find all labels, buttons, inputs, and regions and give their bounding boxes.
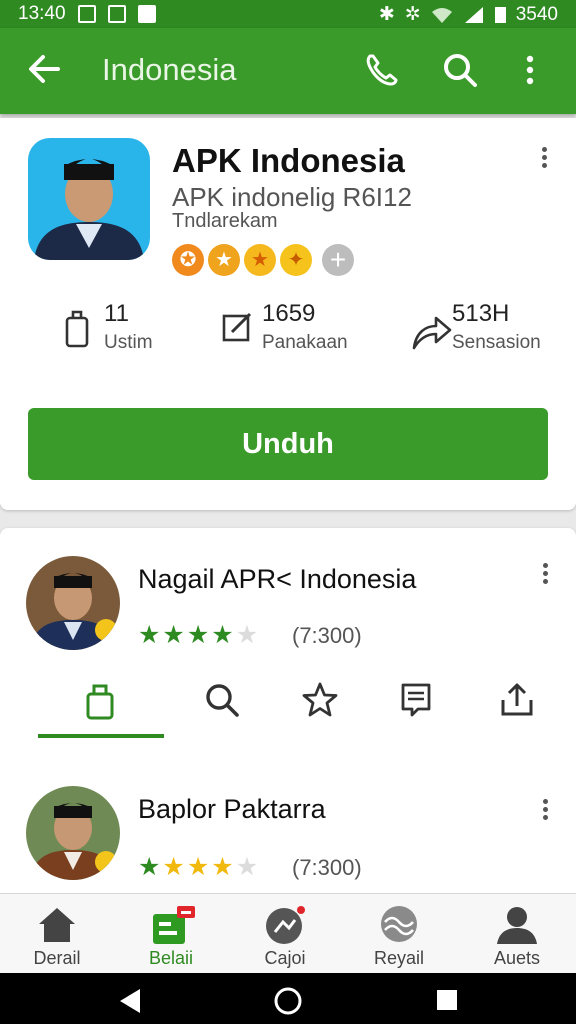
battery-level: 3540 — [515, 3, 558, 25]
star-icon: ★ — [186, 853, 210, 881]
review-more-icon[interactable] — [533, 560, 557, 590]
nav-label: Reyail — [373, 948, 425, 968]
reviewer-name[interactable]: Nagail APR< Indonesia — [138, 564, 416, 595]
stat-value: 1659 — [262, 300, 316, 327]
star-icon: ★ — [162, 853, 185, 881]
wifi-icon — [431, 7, 452, 23]
stat-label: Sensasion — [452, 332, 541, 353]
star-badge-icon: ★ — [244, 244, 276, 276]
award-icon: ✪ — [172, 244, 204, 276]
star-empty-icon: ★ — [235, 621, 259, 649]
home-icon — [39, 908, 75, 942]
app-bar: Indonesia — [0, 28, 576, 114]
photo-notification-icon — [107, 5, 126, 23]
system-navigation-bar — [0, 973, 576, 1024]
system-back-icon[interactable] — [116, 987, 144, 1015]
system-home-icon[interactable] — [272, 985, 304, 1017]
rating-count: (7:300) — [292, 855, 362, 880]
games-icon — [266, 906, 305, 944]
nav-item-derail[interactable]: Derail — [2, 894, 112, 974]
nav-item-cajoi[interactable]: Cajoi — [230, 894, 340, 974]
bluetooth-icon: ✱ — [378, 4, 395, 25]
stat-label: Panakaan — [262, 332, 348, 353]
waves-icon — [381, 906, 417, 942]
app-subtitle: APK indonelig R6I12 — [172, 182, 412, 212]
review-more-icon[interactable] — [533, 796, 557, 826]
app-more-icon[interactable] — [532, 144, 556, 174]
notification-icon — [77, 5, 96, 23]
stat-shares: 513H Sensasion — [412, 300, 562, 360]
star-badge-icon: ★ — [208, 244, 240, 276]
stat-value: 11 — [104, 300, 129, 327]
search-icon[interactable] — [440, 50, 480, 90]
app-icon — [28, 138, 150, 260]
phone-icon[interactable] — [362, 50, 402, 90]
nav-label: Derail — [33, 948, 81, 968]
edit-icon — [222, 312, 252, 342]
install-button[interactable]: Unduh — [28, 408, 548, 480]
vibrate-icon: ✲ — [404, 4, 421, 25]
nav-item-reyail[interactable]: Reyail — [344, 894, 454, 974]
tab-upload-icon[interactable] — [497, 680, 537, 720]
trophy-icon: ✦ — [280, 244, 312, 276]
system-recents-icon[interactable] — [434, 987, 460, 1013]
account-icon — [497, 907, 537, 944]
share-arrow-icon — [412, 316, 452, 350]
nav-label: Auets — [493, 948, 541, 968]
stat-installs: 11 Ustim — [64, 300, 184, 360]
reviewer-avatar[interactable] — [26, 556, 120, 650]
page-title: Indonesia — [102, 52, 237, 87]
star-icon: ★ — [211, 621, 234, 649]
reviewer-name[interactable]: Baplor Paktarra — [138, 794, 326, 825]
nav-label: Belaii — [148, 948, 194, 968]
rating-count: (7:300) — [292, 623, 362, 648]
status-bar: 13:40 ✱ ✲ 3540 — [0, 0, 576, 28]
download-notification-icon — [137, 5, 156, 23]
star-icon: ★ — [211, 853, 234, 881]
reviewer-avatar[interactable] — [26, 786, 120, 880]
signal-icon — [464, 6, 483, 23]
stat-label: Ustim — [104, 332, 153, 353]
active-tab-indicator — [38, 734, 164, 738]
nav-item-auets[interactable]: Auets — [462, 894, 572, 974]
nav-item-belaii[interactable]: Belaii — [116, 894, 226, 974]
device-icon — [65, 310, 89, 348]
tab-feedback-icon[interactable] — [396, 680, 436, 720]
stat-value: 513H — [452, 300, 510, 327]
app-developer[interactable]: Tndlarekam — [172, 210, 278, 233]
more-vert-icon[interactable] — [520, 50, 540, 90]
app-name: APK Indonesia — [172, 142, 405, 179]
tab-star-icon[interactable] — [300, 680, 340, 720]
status-time: 13:40 — [18, 3, 66, 24]
nav-label: Cajoi — [264, 948, 306, 968]
add-icon[interactable]: + — [322, 244, 354, 276]
star-empty-icon: ★ — [235, 853, 259, 881]
star-icon: ★ — [186, 621, 210, 649]
star-icon: ★ — [138, 853, 161, 881]
action-tabs — [0, 670, 576, 740]
star-icon: ★ — [138, 621, 161, 649]
tab-device-icon[interactable] — [80, 680, 120, 720]
back-arrow-icon[interactable] — [24, 48, 66, 90]
bottom-navigation: Derail Belaii Cajoi Reyail Auets — [0, 893, 576, 974]
battery-icon — [494, 6, 506, 23]
rating-stars: ★ ★ ★ ★ ★ — [138, 852, 258, 882]
star-icon: ★ — [162, 621, 185, 649]
badge-row: ✪ ★ ★ ✦ + — [172, 244, 354, 276]
rating-stars: ★ ★ ★ ★ ★ — [138, 620, 258, 650]
tab-search-icon[interactable] — [202, 680, 242, 720]
stat-reviews: 1659 Panakaan — [222, 300, 362, 360]
apps-icon — [153, 906, 195, 944]
